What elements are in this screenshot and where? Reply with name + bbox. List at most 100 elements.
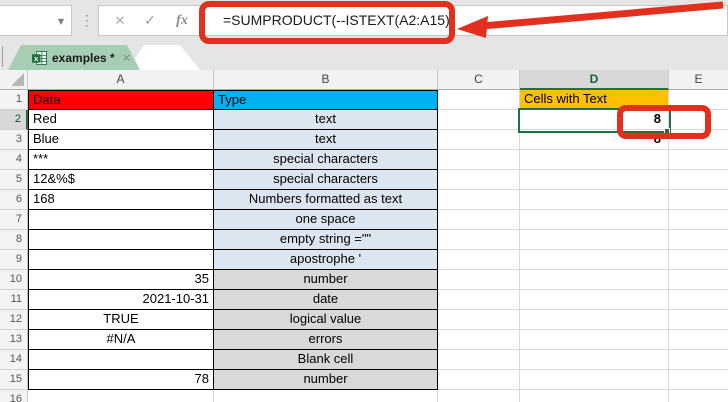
cell-E[interactable] <box>669 270 728 290</box>
cell-C1[interactable] <box>438 90 520 110</box>
cell-A1[interactable]: Data <box>28 90 214 110</box>
cell-D[interactable]: 8 <box>520 130 669 150</box>
cell-E[interactable] <box>669 210 728 230</box>
cell-E[interactable] <box>669 170 728 190</box>
row-header[interactable]: 12 <box>0 310 28 330</box>
cell-A[interactable]: 12&%$ <box>28 170 214 190</box>
cell-A[interactable]: TRUE <box>28 310 214 330</box>
cell-B[interactable]: errors <box>214 330 438 350</box>
cell-C[interactable] <box>438 250 520 270</box>
cell-D[interactable]: 8 <box>520 110 669 130</box>
cell-D[interactable] <box>520 270 669 290</box>
cell-D[interactable] <box>520 310 669 330</box>
cell-A[interactable] <box>28 210 214 230</box>
sheet-tab-examples[interactable]: x examples * × <box>8 45 140 70</box>
cell-C[interactable] <box>438 150 520 170</box>
insert-function-icon[interactable]: fx <box>171 6 193 35</box>
cell-D[interactable] <box>520 210 669 230</box>
cell-B[interactable]: text <box>214 110 438 130</box>
row-header[interactable]: 8 <box>0 230 28 250</box>
cancel-icon[interactable]: ✕ <box>109 6 131 35</box>
formula-input[interactable]: ✕ ✓ fx =SUMPRODUCT(--ISTEXT(A2:A15)) <box>98 5 728 36</box>
name-box[interactable]: ▾ <box>0 5 72 36</box>
row-header[interactable]: 4 <box>0 150 28 170</box>
cell-E[interactable] <box>669 110 728 130</box>
row-header[interactable]: 7 <box>0 210 28 230</box>
column-header-E[interactable]: E <box>669 70 728 90</box>
cell-B1[interactable]: Type <box>214 90 438 110</box>
cell-D1[interactable]: Cells with Text <box>520 90 669 110</box>
cell-B[interactable]: one space <box>214 210 438 230</box>
cell-A[interactable]: 2021-10-31 <box>28 290 214 310</box>
cell-D[interactable] <box>520 330 669 350</box>
cell-E[interactable] <box>669 190 728 210</box>
cell-B[interactable]: Blank cell <box>214 350 438 370</box>
cell-A[interactable] <box>28 250 214 270</box>
cell-C[interactable] <box>438 130 520 150</box>
cell-C[interactable] <box>438 170 520 190</box>
cell-B[interactable]: special characters <box>214 170 438 190</box>
enter-icon[interactable]: ✓ <box>139 6 161 35</box>
cell-E[interactable] <box>669 130 728 150</box>
cell-A[interactable] <box>28 230 214 250</box>
cell-C[interactable] <box>438 190 520 210</box>
cell-E[interactable] <box>669 350 728 370</box>
name-box-dropdown-icon[interactable]: ▾ <box>58 13 64 29</box>
row-header[interactable]: 3 <box>0 130 28 150</box>
close-tab-icon[interactable]: × <box>123 50 131 65</box>
cell-E[interactable] <box>669 310 728 330</box>
cell-A[interactable] <box>28 390 214 402</box>
column-header-B[interactable]: B <box>214 70 438 90</box>
cell-C[interactable] <box>438 390 520 402</box>
column-header-D[interactable]: D <box>520 70 669 90</box>
row-header[interactable]: 13 <box>0 330 28 350</box>
column-header-A[interactable]: A <box>28 70 214 90</box>
cell-B[interactable]: date <box>214 290 438 310</box>
cell-B[interactable]: logical value <box>214 310 438 330</box>
row-header[interactable]: 14 <box>0 350 28 370</box>
cell-A[interactable]: *** <box>28 150 214 170</box>
cell-E[interactable] <box>669 370 728 390</box>
cell-E[interactable] <box>669 330 728 350</box>
cell-C[interactable] <box>438 370 520 390</box>
cell-C[interactable] <box>438 330 520 350</box>
cell-C[interactable] <box>438 350 520 370</box>
cell-C[interactable] <box>438 310 520 330</box>
cell-A[interactable]: Red <box>28 110 214 130</box>
cell-E[interactable] <box>669 290 728 310</box>
cell-A[interactable]: #N/A <box>28 330 214 350</box>
row-header[interactable]: 11 <box>0 290 28 310</box>
cell-D[interactable] <box>520 190 669 210</box>
cell-D[interactable] <box>520 390 669 402</box>
cell-D[interactable] <box>520 350 669 370</box>
cell-A[interactable]: 168 <box>28 190 214 210</box>
row-header[interactable]: 1 <box>0 90 28 110</box>
cell-B[interactable]: empty string ="" <box>214 230 438 250</box>
cell-C[interactable] <box>438 110 520 130</box>
cell-A[interactable] <box>28 350 214 370</box>
row-header[interactable]: 15 <box>0 370 28 390</box>
cell-B[interactable]: text <box>214 130 438 150</box>
cell-D[interactable] <box>520 370 669 390</box>
select-all-button[interactable] <box>0 70 28 90</box>
cell-A[interactable]: 78 <box>28 370 214 390</box>
column-header-C[interactable]: C <box>438 70 520 90</box>
cell-E[interactable] <box>669 390 728 402</box>
cell-D[interactable] <box>520 290 669 310</box>
cell-B[interactable]: Numbers formatted as text <box>214 190 438 210</box>
cell-C[interactable] <box>438 230 520 250</box>
row-header[interactable]: 9 <box>0 250 28 270</box>
cell-C[interactable] <box>438 270 520 290</box>
fill-handle[interactable] <box>664 128 670 134</box>
row-header[interactable]: 5 <box>0 170 28 190</box>
row-header[interactable]: 16 <box>0 390 28 402</box>
cell-C[interactable] <box>438 210 520 230</box>
row-header[interactable]: 6 <box>0 190 28 210</box>
cell-D[interactable] <box>520 150 669 170</box>
row-header[interactable]: 10 <box>0 270 28 290</box>
row-header[interactable]: 2 <box>0 110 28 130</box>
cell-B[interactable]: number <box>214 370 438 390</box>
cell-A[interactable]: 35 <box>28 270 214 290</box>
cell-B[interactable]: number <box>214 270 438 290</box>
cell-E[interactable] <box>669 230 728 250</box>
